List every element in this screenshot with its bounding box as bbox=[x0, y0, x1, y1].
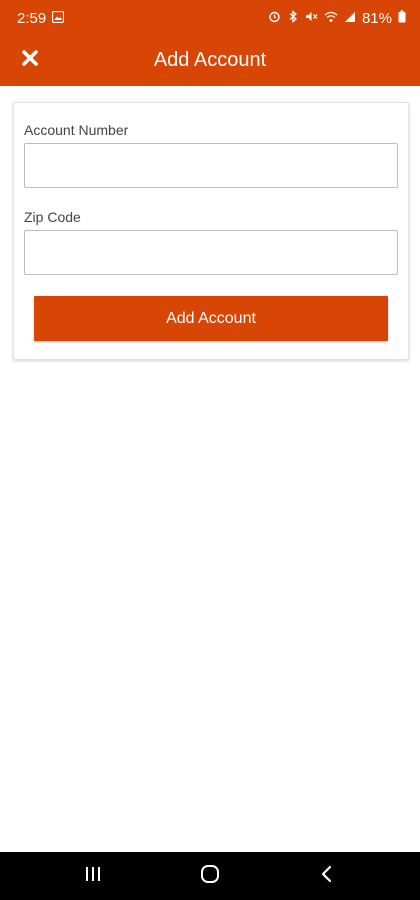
system-nav-bar bbox=[0, 852, 420, 900]
wifi-icon bbox=[324, 10, 338, 27]
status-bar-right: 81% bbox=[268, 10, 406, 27]
home-icon bbox=[200, 864, 220, 889]
add-account-form-card: Account Number Zip Code Add Account bbox=[13, 102, 409, 360]
bluetooth-icon bbox=[287, 9, 299, 27]
mute-icon bbox=[305, 10, 318, 27]
status-time: 2:59 bbox=[17, 9, 47, 27]
zip-code-input[interactable] bbox=[24, 230, 398, 275]
add-account-button[interactable]: Add Account bbox=[34, 296, 388, 341]
page-title: Add Account bbox=[153, 49, 267, 71]
battery-text: 81% bbox=[361, 9, 392, 27]
zip-code-label: Zip Code bbox=[24, 209, 81, 225]
battery-icon bbox=[398, 10, 406, 27]
back-icon bbox=[320, 865, 334, 888]
alarm-icon bbox=[268, 10, 281, 27]
recent-apps-button[interactable] bbox=[73, 864, 113, 888]
signal-icon bbox=[344, 10, 356, 27]
recent-apps-icon bbox=[84, 866, 102, 887]
account-number-input[interactable] bbox=[24, 143, 398, 188]
status-bar-left: 2:59 bbox=[17, 9, 65, 27]
back-button[interactable] bbox=[307, 864, 347, 888]
app-bar: Add Account bbox=[0, 36, 420, 86]
status-bar: 2:59 81% bbox=[0, 0, 420, 36]
account-number-label: Account Number bbox=[24, 122, 129, 138]
image-icon bbox=[52, 10, 65, 27]
home-button[interactable] bbox=[190, 864, 230, 888]
